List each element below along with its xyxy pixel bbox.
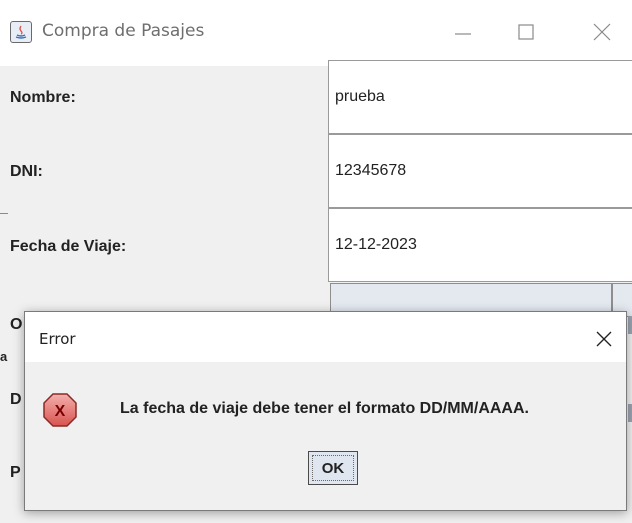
window-title: Compra de Pasajes (42, 21, 205, 41)
nombre-label: Nombre: (10, 89, 76, 106)
error-icon: X (42, 392, 78, 428)
destination-label-partial: D (10, 391, 22, 408)
dialog-titlebar[interactable]: Error (25, 312, 626, 362)
close-icon (596, 331, 612, 347)
java-icon (10, 21, 32, 43)
field-edge (628, 404, 632, 422)
error-dialog: Error X La fecha de viaje debe tener el … (24, 311, 627, 511)
fecha-viaje-field[interactable]: 12-12-2023 (328, 208, 632, 282)
side-letter: a (0, 349, 8, 364)
nombre-value: prueba (335, 88, 385, 105)
error-icon-glyph: X (55, 403, 66, 420)
dialog-close-button[interactable] (594, 329, 614, 349)
window-titlebar[interactable]: Compra de Pasajes (0, 0, 632, 66)
minimize-icon (455, 33, 471, 35)
close-icon (593, 23, 611, 41)
maximize-button[interactable] (516, 18, 546, 48)
ok-button-label: OK (312, 455, 354, 481)
fecha-viaje-value: 12-12-2023 (335, 236, 417, 253)
price-label-partial: P (10, 464, 21, 481)
error-message: La fecha de viaje debe tener el formato … (120, 400, 529, 417)
dni-field[interactable]: 12345678 (328, 134, 632, 208)
dni-value: 12345678 (335, 162, 407, 179)
ok-button[interactable]: OK (308, 451, 358, 485)
close-button[interactable] (592, 18, 622, 48)
frame-edge (0, 213, 8, 214)
maximize-icon (518, 24, 534, 40)
field-edge (628, 316, 632, 334)
fecha-viaje-label: Fecha de Viaje: (10, 238, 127, 255)
minimize-button[interactable] (453, 18, 483, 48)
dni-label: DNI: (10, 163, 43, 180)
nombre-field[interactable]: prueba (328, 60, 632, 134)
dialog-title: Error (39, 330, 76, 348)
origin-label-partial: O (10, 316, 23, 333)
